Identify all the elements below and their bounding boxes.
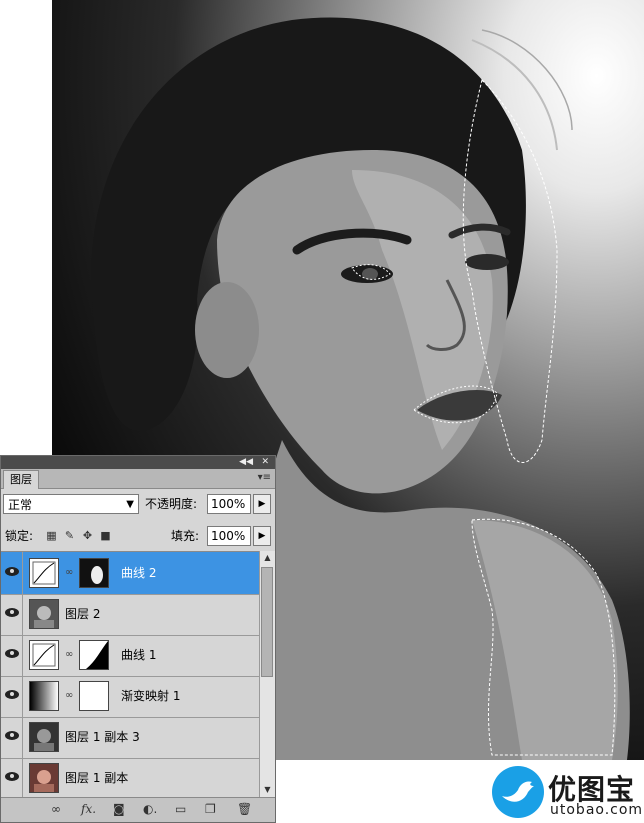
chain-link-icon[interactable]: ∞ <box>65 649 73 660</box>
bird-logo-icon <box>492 766 544 818</box>
layer-row-layer-2[interactable]: 图层 2 <box>1 593 259 636</box>
layers-bottom-bar: ∞ fx. ◙ ◐. ▭ ❐ 🗑 <box>1 797 275 822</box>
new-layer-icon[interactable]: ❐ <box>205 801 216 817</box>
lock-all-icon[interactable]: ■ <box>99 529 112 542</box>
fill-slider-button[interactable]: ▶ <box>253 526 271 546</box>
folder-icon[interactable]: ▭ <box>175 801 186 817</box>
layer-row-curves-2[interactable]: ∞ 曲线 2 <box>1 552 259 595</box>
panel-tab-row: 图层 ▾≡ <box>1 469 275 489</box>
blend-mode-select[interactable]: 正常 ▼ <box>3 494 139 514</box>
link-layers-icon[interactable]: ∞ <box>51 801 61 817</box>
layer-name: 曲线 2 <box>121 566 157 580</box>
visibility-eye-icon[interactable] <box>1 716 23 758</box>
layer-thumbnail <box>29 763 59 793</box>
layer-mask-thumbnail[interactable] <box>79 681 109 711</box>
visibility-eye-icon[interactable] <box>1 552 23 594</box>
visibility-eye-icon[interactable] <box>1 675 23 717</box>
visibility-eye-icon[interactable] <box>1 593 23 635</box>
layer-mask-thumbnail[interactable] <box>79 558 109 588</box>
chevron-down-icon: ▼ <box>126 499 134 510</box>
fill-label: 填充: <box>171 529 200 543</box>
blend-opacity-row: 正常 ▼ 不透明度: 100% ▶ <box>3 494 273 516</box>
layer-thumbnail <box>29 599 59 629</box>
tab-layers[interactable]: 图层 <box>3 470 39 489</box>
opacity-slider-button[interactable]: ▶ <box>253 494 271 514</box>
curves-adjustment-icon <box>29 558 59 588</box>
fill-input[interactable]: 100% <box>207 526 251 546</box>
gradient-map-icon <box>29 681 59 711</box>
watermark-logo: 优图宝 utobao.com <box>486 760 644 823</box>
opacity-input[interactable]: 100% <box>207 494 251 514</box>
lock-fill-row: 锁定: ▦ ✎ ✥ ■ 填充: 100% ▶ <box>3 526 273 548</box>
panel-title-bar: ◀◀ ✕ <box>1 456 275 469</box>
layers-panel: ◀◀ ✕ 图层 ▾≡ 正常 ▼ 不透明度: 100% ▶ 锁定: ▦ ✎ ✥ ■… <box>0 455 276 823</box>
close-icon[interactable]: ✕ <box>261 456 269 469</box>
chain-link-icon[interactable]: ∞ <box>65 567 73 578</box>
layer-row-gradient-map-1[interactable]: ∞ 渐变映射 1 <box>1 675 259 718</box>
opacity-label: 不透明度: <box>145 497 198 511</box>
adjustment-layer-icon[interactable]: ◐. <box>143 801 157 817</box>
layer-name: 图层 1 副本 <box>65 771 129 785</box>
visibility-eye-icon[interactable] <box>1 757 23 798</box>
layers-scrollbar[interactable]: ▲ ▼ <box>259 551 275 797</box>
layer-name: 图层 1 副本 3 <box>65 730 140 744</box>
layer-row-layer-1-copy[interactable]: 图层 1 副本 <box>1 757 259 798</box>
layer-name: 渐变映射 1 <box>121 689 181 703</box>
collapse-icon[interactable]: ◀◀ <box>239 456 253 469</box>
add-mask-icon[interactable]: ◙ <box>113 801 125 817</box>
layer-mask-thumbnail[interactable] <box>79 640 109 670</box>
layers-list: ∞ 曲线 2 图层 2 ∞ 曲线 1 ∞ 渐变映射 1 图层 1 副本 3 图层… <box>1 551 259 798</box>
lock-transparent-icon[interactable]: ▦ <box>45 529 58 542</box>
blend-mode-value: 正常 <box>8 498 33 512</box>
chain-link-icon[interactable]: ∞ <box>65 690 73 701</box>
scroll-down-icon[interactable]: ▼ <box>260 783 275 797</box>
lock-label: 锁定: <box>5 529 34 543</box>
layer-row-layer-1-copy-3[interactable]: 图层 1 副本 3 <box>1 716 259 759</box>
layer-name: 曲线 1 <box>121 648 157 662</box>
watermark-url: utobao.com <box>550 802 644 818</box>
scrollbar-thumb[interactable] <box>261 567 273 677</box>
trash-icon[interactable]: 🗑 <box>237 801 252 817</box>
layer-row-curves-1[interactable]: ∞ 曲线 1 <box>1 634 259 677</box>
curves-adjustment-icon <box>29 640 59 670</box>
panel-menu-icon[interactable]: ▾≡ <box>258 472 271 483</box>
visibility-eye-icon[interactable] <box>1 634 23 676</box>
layer-name: 图层 2 <box>65 607 101 621</box>
lock-brush-icon[interactable]: ✎ <box>63 529 76 542</box>
scroll-up-icon[interactable]: ▲ <box>260 551 275 565</box>
lock-move-icon[interactable]: ✥ <box>81 529 94 542</box>
layer-thumbnail <box>29 722 59 752</box>
fx-icon[interactable]: fx. <box>81 801 96 817</box>
